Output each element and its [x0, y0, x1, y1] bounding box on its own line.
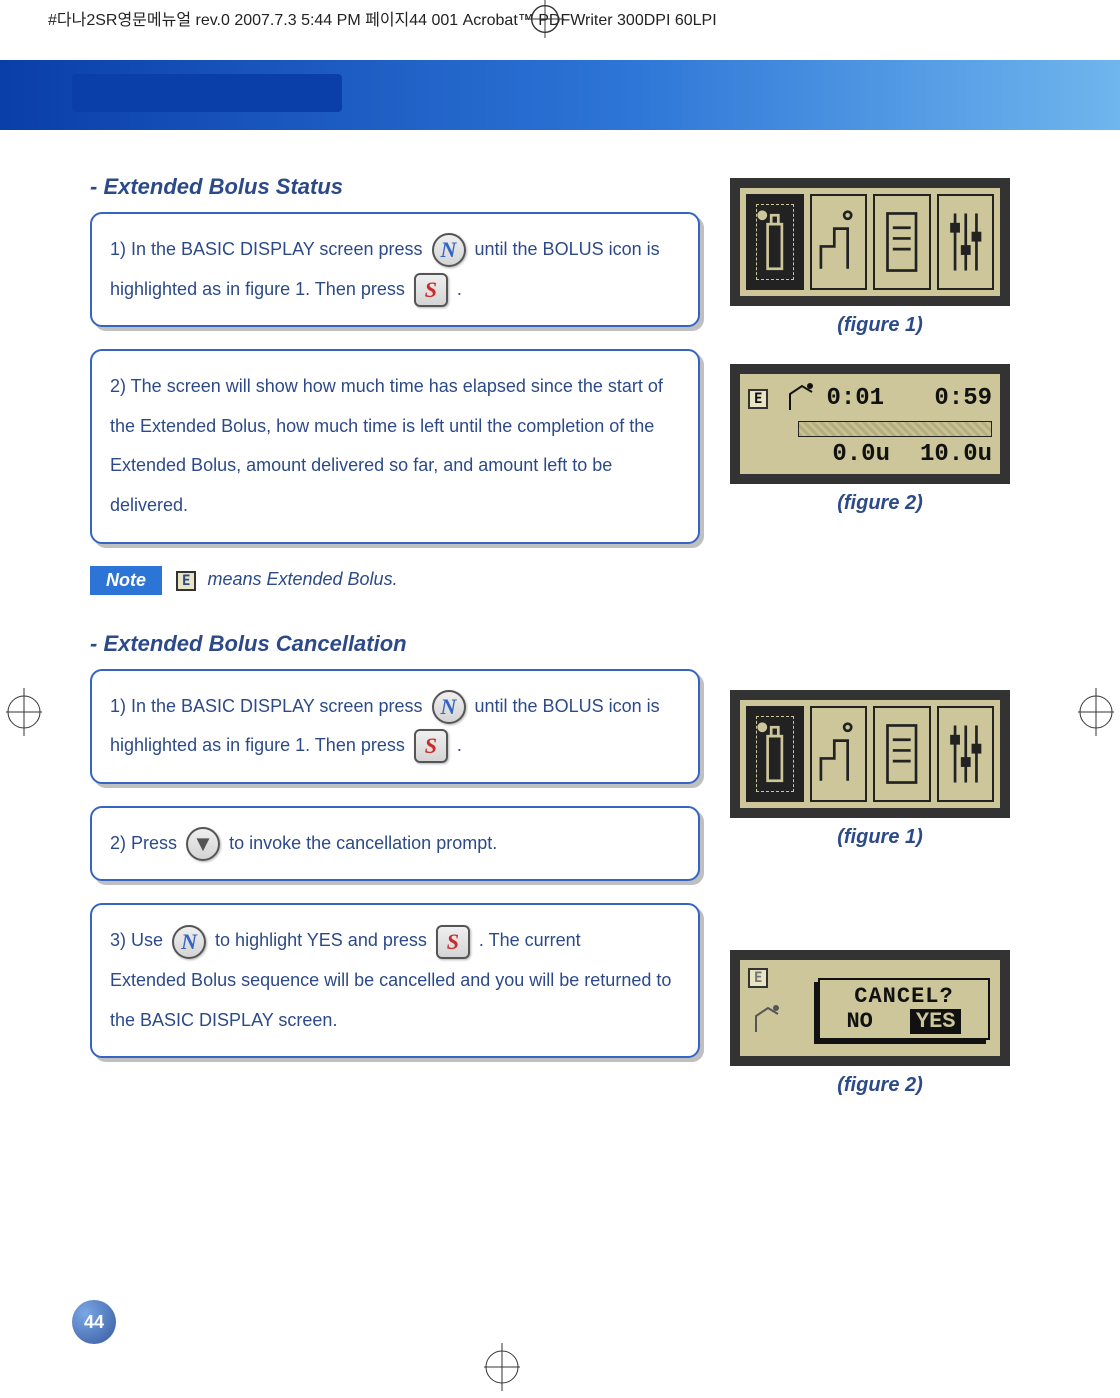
- bolus-tile-highlighted: [746, 706, 804, 802]
- e-indicator-icon: E: [176, 571, 196, 591]
- cancel-dialog: CANCEL? NO YES: [818, 978, 990, 1040]
- text: 2) Press: [110, 833, 177, 853]
- text: .: [457, 735, 462, 755]
- page-number: 44: [84, 1312, 104, 1333]
- status-step-2: 2) The screen will show how much time ha…: [90, 349, 700, 543]
- status-figure-2: E 0:01 0:59 0.0u 10.0u (figure 2): [730, 364, 1030, 515]
- basal-tile: [810, 194, 868, 290]
- cancel-step-2: 2) Press ▼ to invoke the cancellation pr…: [90, 806, 700, 882]
- device-screen: [730, 178, 1010, 306]
- note-row: Note E means Extended Bolus.: [90, 566, 1030, 595]
- dialog-no-option: NO: [846, 1009, 872, 1034]
- crop-mark-left-icon: [0, 688, 48, 741]
- cancel-figure-1: (figure 1): [730, 690, 1030, 849]
- remaining-time: 0:59: [934, 385, 992, 412]
- remaining-amount: 10.0u: [920, 441, 992, 468]
- figure-caption: (figure 2): [730, 492, 1030, 515]
- figure-caption: (figure 2): [730, 1074, 1030, 1097]
- dialog-yes-option: YES: [910, 1009, 962, 1034]
- note-badge: Note: [90, 566, 162, 595]
- review-tile: [873, 706, 931, 802]
- text: 1) In the BASIC DISPLAY screen press: [110, 696, 422, 716]
- s-button-icon: S: [414, 729, 448, 763]
- text: Extended Bolus sequence will be cancelle…: [110, 970, 671, 1030]
- n-button-icon: N: [432, 690, 466, 724]
- page-number-badge: 44: [72, 1300, 116, 1344]
- elapsed-time: 0:01: [826, 385, 884, 412]
- note-text: E means Extended Bolus.: [176, 569, 398, 590]
- text: highlighted as in figure 1. Then press: [110, 279, 405, 299]
- dialog-title: CANCEL?: [828, 984, 980, 1009]
- text: .: [457, 279, 462, 299]
- hourglass-hand-icon: [750, 1002, 782, 1041]
- cancel-figure-2: E CANCEL? NO YES (figure 2): [730, 950, 1030, 1097]
- down-button-icon: ▼: [186, 827, 220, 861]
- status-step-1: 1) In the BASIC DISPLAY screen press N u…: [90, 212, 700, 327]
- n-button-icon: N: [432, 233, 466, 267]
- page-content: - Extended Bolus Status 1) In the BASIC …: [90, 150, 1030, 1080]
- banner-tab: [72, 74, 342, 112]
- e-indicator-icon: E: [748, 968, 768, 988]
- print-job-text: #다나2SR영문메뉴얼 rev.0 2007.7.3 5:44 PM 페이지44…: [48, 12, 717, 29]
- crop-mark-top-icon: [526, 0, 564, 38]
- review-tile: [873, 194, 931, 290]
- device-screen: E CANCEL? NO YES: [730, 950, 1010, 1066]
- delivered-amount: 0.0u: [832, 441, 890, 468]
- text: 3) Use: [110, 930, 163, 950]
- s-button-icon: S: [414, 273, 448, 307]
- bolus-tile-highlighted: [746, 194, 804, 290]
- cancel-step-3: 3) Use N to highlight YES and press S . …: [90, 903, 700, 1058]
- progress-bar: [798, 421, 992, 437]
- text: . The current: [479, 930, 581, 950]
- text: highlighted as in figure 1. Then press: [110, 735, 405, 755]
- crop-mark-right-icon: [1072, 688, 1120, 741]
- figure-caption: (figure 1): [730, 314, 1030, 337]
- figure-caption: (figure 1): [730, 826, 1030, 849]
- settings-tile: [937, 194, 995, 290]
- text: 1) In the BASIC DISPLAY screen press: [110, 239, 422, 259]
- status-figure-1: (figure 1): [730, 178, 1030, 337]
- text: until the BOLUS icon is: [475, 696, 660, 716]
- hourglass-hand-icon: [784, 380, 816, 417]
- text: to invoke the cancellation prompt.: [229, 833, 497, 853]
- print-job-header: #다나2SR영문메뉴얼 rev.0 2007.7.3 5:44 PM 페이지44…: [48, 6, 1072, 30]
- crop-mark-bottom-icon: [478, 1343, 526, 1396]
- text: to highlight YES and press: [215, 930, 427, 950]
- basal-tile: [810, 706, 868, 802]
- text: until the BOLUS icon is: [475, 239, 660, 259]
- s-button-icon: S: [436, 925, 470, 959]
- device-screen: [730, 690, 1010, 818]
- cancel-heading: - Extended Bolus Cancellation: [90, 631, 1030, 657]
- device-screen: E 0:01 0:59 0.0u 10.0u: [730, 364, 1010, 484]
- e-indicator-icon: E: [748, 389, 768, 409]
- n-button-icon: N: [172, 925, 206, 959]
- text: 2) The screen will show how much time ha…: [110, 376, 663, 515]
- text: means Extended Bolus.: [207, 569, 397, 589]
- cancel-step-1: 1) In the BASIC DISPLAY screen press N u…: [90, 669, 700, 784]
- settings-tile: [937, 706, 995, 802]
